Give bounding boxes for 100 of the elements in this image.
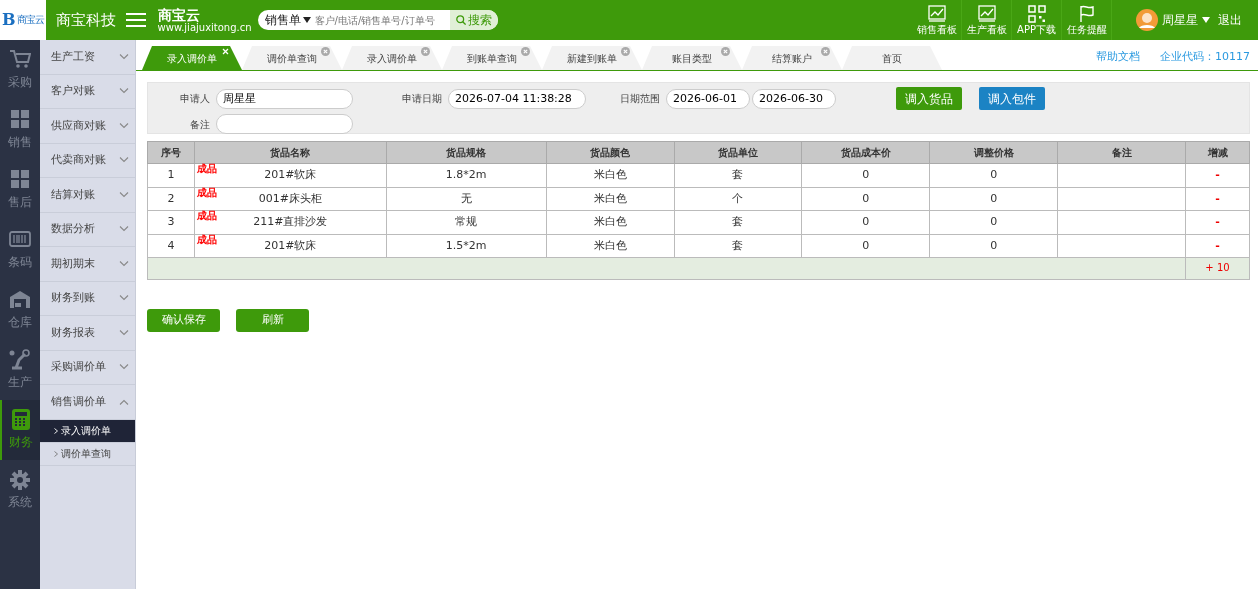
menu-item[interactable]: 财务到账 [40,281,135,316]
rail-item[interactable]: 财务 [0,400,40,460]
field-label: 备注 [189,117,211,132]
table-cell: 0 [929,234,1058,258]
column-header: 增减 [1185,141,1250,164]
import-button[interactable]: 调入包件 [979,87,1045,110]
toolbar-shortcut[interactable]: APP下载 [1012,0,1062,40]
logout-link[interactable]: 退出 [1218,11,1242,29]
barcode-icon [9,229,31,250]
column-header: 调整价格 [929,141,1058,164]
action-button[interactable]: 刷新 [236,309,309,332]
caret-icon [302,17,311,23]
product-tag: 成品 [196,234,217,245]
user-menu[interactable]: 周星星 [1136,9,1210,31]
rail-item[interactable]: 条码 [0,220,40,280]
close-icon[interactable] [421,47,430,56]
product-tag: 成品 [196,211,217,221]
remove-row-button[interactable]: - [1215,215,1220,228]
tab[interactable]: 账目类型 [642,46,742,70]
input-field[interactable] [216,114,353,134]
submenu-item[interactable]: 调价单查询 [40,442,135,466]
table-cell: 1 [147,163,195,187]
rail-item[interactable]: 生产 [0,340,40,400]
boxes-icon [9,169,31,190]
column-header: 货品名称 [194,141,387,164]
brand-url: www.jiajuxitong.cn [157,22,252,33]
table-cell: 套 [674,210,802,234]
rail-item[interactable]: 系统 [0,460,40,520]
table-cell: 3 [147,210,195,234]
search-field[interactable]: 销售单 客户/电话/销售单号/订单号 搜索 [257,10,498,30]
toolbar-shortcut[interactable]: 销售看板 [912,0,962,40]
tab[interactable]: 调价单查询 [242,46,342,70]
input-field[interactable]: 2026-07-04 11:38:28 [448,88,586,109]
help-link[interactable]: 帮助文档 [1096,48,1140,65]
company-name: 商宝科技 [54,9,117,31]
table-cell: 米白色 [546,234,674,258]
product-tag: 成品 [196,187,217,198]
menu-item[interactable]: 财务报表 [40,316,135,351]
search-icon [455,15,466,25]
boxes-icon [9,109,31,130]
field-label: 日期范围 [619,92,661,106]
menu-item[interactable]: 供应商对账 [40,109,135,144]
menu-item[interactable]: 销售调价单 [40,385,135,420]
import-button[interactable]: 调入货品 [896,87,962,110]
toolbar-shortcut[interactable]: 任务提醒 [1062,0,1112,40]
column-header: 序号 [147,141,195,164]
input-field[interactable]: 2026-06-01 [666,88,750,109]
close-icon[interactable] [321,47,330,56]
column-header: 货品颜色 [546,141,674,164]
table-cell: 常规 [386,210,547,234]
search-button[interactable]: 搜索 [449,10,498,30]
remove-row-button[interactable]: - [1215,168,1220,181]
submenu-item[interactable]: 录入调价单 [40,419,135,443]
tab[interactable]: 录入调价单 [342,46,442,70]
menu-item[interactable]: 客户对账 [40,74,135,109]
tab[interactable]: 新建到账单 [542,46,642,70]
toolbar-shortcut[interactable]: 生产看板 [962,0,1012,40]
field-label: 申请日期 [401,92,443,106]
input-field[interactable]: 2026-06-30 [752,88,836,109]
table-cell: 米白色 [546,187,674,211]
rail-item[interactable]: 仓库 [0,280,40,340]
column-header: 备注 [1057,141,1186,164]
menu-item[interactable]: 数据分析 [40,212,135,247]
close-icon[interactable] [221,47,230,56]
table-cell: 0 [801,163,930,187]
remove-row-button[interactable]: - [1215,191,1220,205]
table-cell: 4 [147,234,195,258]
company-code: 企业代码：10117 [1160,48,1250,65]
warehouse-icon [9,289,31,310]
tab[interactable]: 首页 [842,46,942,70]
menu-item[interactable]: 采购调价单 [40,350,135,385]
calculator-icon [10,409,32,430]
menu-icon[interactable] [125,12,146,28]
table-cell: 米白色 [546,163,674,187]
tab[interactable]: 录入调价单 [142,46,242,70]
qr-code-icon [1027,5,1046,23]
menu-item[interactable]: 生产工资 [40,40,135,75]
table-cell: 0 [801,187,930,211]
tab[interactable]: 到账单查询 [442,46,542,70]
rail-item[interactable]: 销售 [0,100,40,160]
table-cell: 001#床头柜 [258,191,322,205]
tab[interactable]: 结算账户 [742,46,842,70]
rail-item[interactable]: 采购 [0,40,40,100]
menu-item[interactable]: 结算对账 [40,178,135,213]
table-cell: 0 [929,187,1058,211]
table-cell: 201#软床 [264,168,317,181]
close-icon[interactable] [721,47,730,56]
table-cell: 0 [929,163,1058,187]
menu-item[interactable]: 代卖商对账 [40,143,135,178]
menu-item[interactable]: 期初期末 [40,247,135,282]
rail-item[interactable]: 售后 [0,160,40,220]
close-icon[interactable] [821,47,830,56]
action-button[interactable]: 确认保存 [147,309,220,332]
input-field[interactable]: 周星星 [216,88,353,109]
cart-icon [9,49,31,70]
close-icon[interactable] [621,47,630,56]
remove-row-button[interactable]: - [1215,238,1220,252]
close-icon[interactable] [521,47,530,56]
table-cell: 201#软床 [264,238,317,252]
table-cell: 套 [674,163,802,187]
